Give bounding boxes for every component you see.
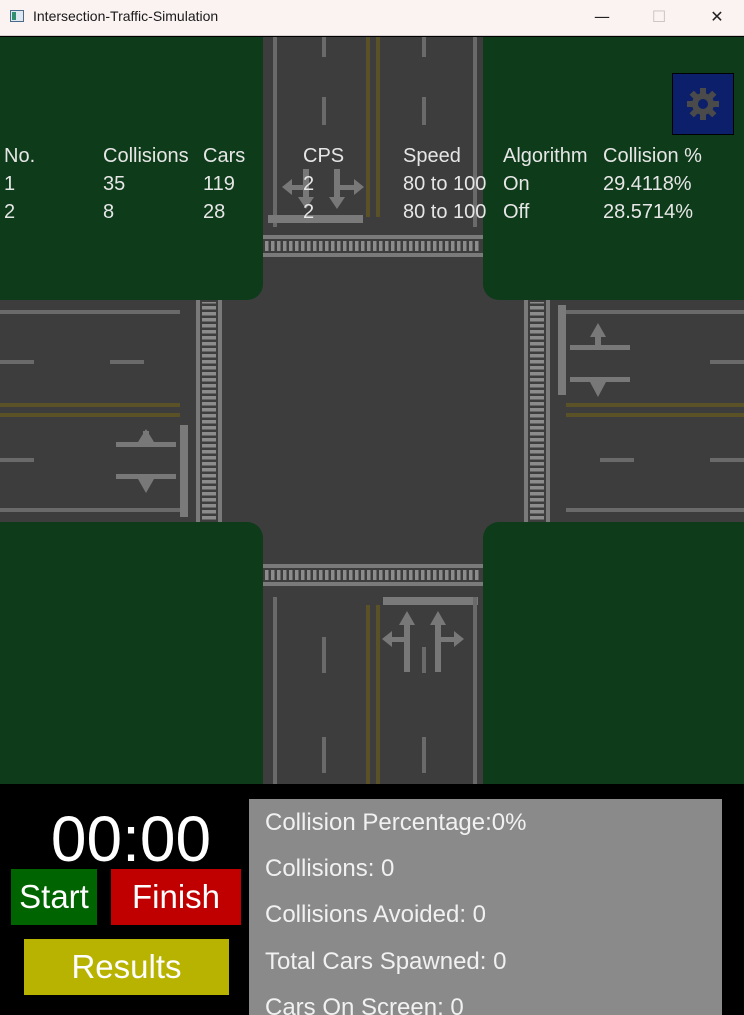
minimize-button[interactable]: — <box>573 0 631 36</box>
cell-no: 2 <box>4 201 16 223</box>
cell-collision-percent: 29.4118% <box>603 173 692 195</box>
cell-no: 1 <box>4 173 16 195</box>
cell-cars: 119 <box>203 173 235 195</box>
total-cars-spawned-label: Total Cars Spawned: 0 <box>265 948 507 975</box>
results-button[interactable]: Results <box>24 939 229 995</box>
control-panel: 00:00 Start Finish Results Collision Per… <box>0 785 744 1015</box>
header-cars: Cars <box>203 145 246 167</box>
cell-cars: 28 <box>203 201 226 223</box>
collisions-label: Collisions: 0 <box>265 855 395 882</box>
cell-speed: 80 to 100 <box>403 201 487 223</box>
title-bar[interactable]: Intersection-Traffic-Simulation — ☐ ✕ <box>0 0 744 36</box>
finish-button[interactable]: Finish <box>111 869 241 925</box>
cell-algorithm: Off <box>503 201 530 223</box>
settings-button[interactable] <box>672 73 734 135</box>
collisions-avoided-label: Collisions Avoided: 0 <box>265 901 487 928</box>
close-button[interactable]: ✕ <box>688 0 744 36</box>
start-button[interactable]: Start <box>11 869 97 925</box>
cell-collisions: 35 <box>103 173 126 195</box>
cell-algorithm: On <box>503 173 530 195</box>
cell-cps: 2 <box>303 173 315 195</box>
header-speed: Speed <box>403 145 461 167</box>
header-no: No. <box>4 145 36 167</box>
cell-collision-percent: 28.5714% <box>603 201 694 223</box>
app-icon <box>10 10 24 22</box>
header-algorithm: Algorithm <box>503 145 588 167</box>
cell-cps: 2 <box>303 201 315 223</box>
header-collisions: Collisions <box>103 145 189 167</box>
collision-percentage-label: Collision Percentage:0% <box>265 809 527 836</box>
header-cps: CPS <box>303 145 345 167</box>
cars-on-screen-label: Cars On Screen: 0 <box>265 994 464 1015</box>
gear-icon <box>687 88 719 120</box>
maximize-button[interactable]: ☐ <box>630 0 688 36</box>
header-collision-percent: Collision % <box>603 145 702 167</box>
intersection-scene: No. Collisions Cars CPS Speed Algorithm … <box>0 37 744 784</box>
window-title: Intersection-Traffic-Simulation <box>33 8 219 24</box>
timer-display: 00:00 <box>50 803 212 875</box>
live-stats-panel: Collision Percentage:0% Collisions: 0 Co… <box>249 799 722 1015</box>
cell-speed: 80 to 100 <box>403 173 487 195</box>
cell-collisions: 8 <box>103 201 115 223</box>
